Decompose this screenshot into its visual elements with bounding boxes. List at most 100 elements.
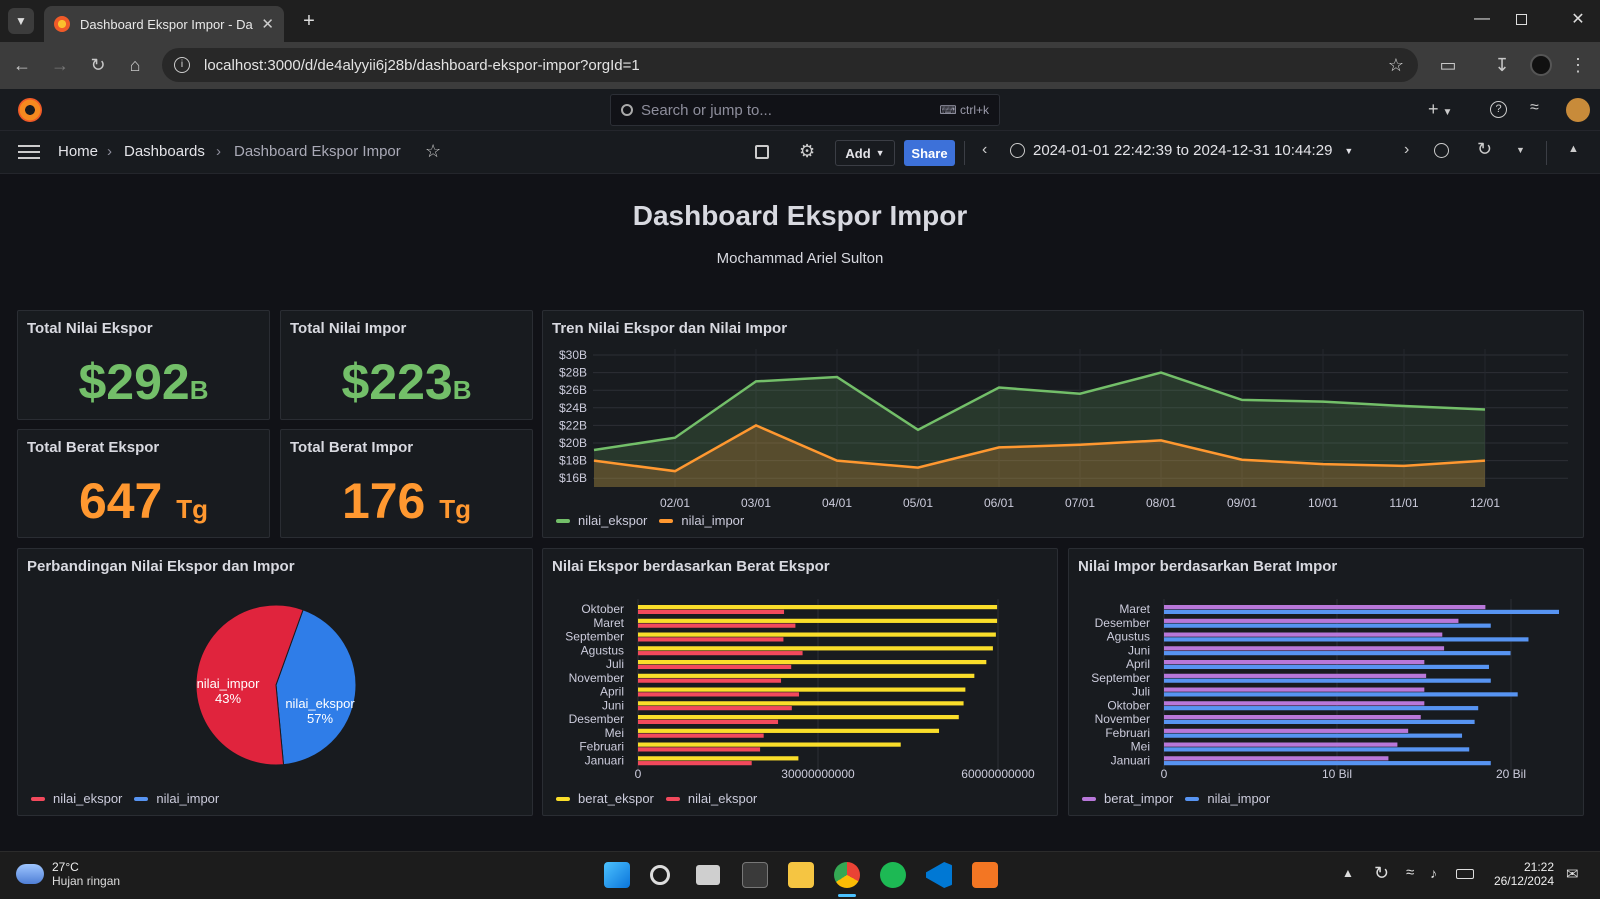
pie-panel[interactable]: Perbandingan Nilai Ekspor dan Impor nila… [17,548,533,816]
tab-search-button[interactable]: ▼ [8,8,34,34]
legend-item-nilai-ekspor[interactable]: nilai_ekspor [556,513,647,528]
volume-icon[interactable]: ♪ [1430,865,1437,881]
back-button[interactable]: ← [10,53,34,77]
legend-item-nilai-impor[interactable]: nilai_impor [659,513,744,528]
search-input[interactable]: Search or jump to... ⌨ ctrl+k [610,94,1000,126]
profile-avatar[interactable] [1530,54,1552,76]
time-forward-icon[interactable]: › [1404,141,1409,159]
bar-ekspor-panel[interactable]: Nilai Ekspor berdasarkan Berat Ekspor 03… [542,548,1058,816]
battery-icon[interactable] [1456,869,1474,879]
bar-berat_ekspor [638,687,966,692]
trend-panel[interactable]: Tren Nilai Ekspor dan Nilai Impor $16B $1… [542,310,1584,538]
time-range-picker[interactable]: 2024-01-01 22:42:39 to 2024-12-31 10:44:… [1010,142,1353,159]
category-label: Maret [1119,602,1150,616]
terminal-icon[interactable] [742,862,768,888]
category-label: Mei [1131,740,1150,754]
bar-berat_ekspor [638,646,993,651]
menu-toggle-icon[interactable] [18,145,40,159]
legend-swatch [665,796,680,801]
close-tab-icon[interactable]: ✕ [261,15,274,33]
trend-legend: nilai_ekspor nilai_impor [556,513,756,528]
site-info-icon[interactable]: i [174,57,190,73]
reload-button[interactable]: ↻ [86,53,110,77]
stat-panel-total-nilai-ekspor[interactable]: Total Nilai Ekspor $292B [17,310,270,420]
bar-berat_impor [1164,715,1421,720]
breadcrumb-separator-icon: › [107,143,112,160]
stat-panel-total-berat-impor[interactable]: Total Berat Impor 176 Tg [280,429,533,538]
stat-panel-total-berat-ekspor[interactable]: Total Berat Ekspor 647 Tg [17,429,270,538]
legend-item-nilai-ekspor[interactable]: nilai_ekspor [31,791,122,806]
browser-tab-active[interactable]: Dashboard Ekspor Impor - Dasl ✕ [44,6,284,42]
browser-menu-icon[interactable]: ⋮ [1566,53,1590,77]
divider [1546,141,1547,165]
settings-gear-icon[interactable]: ⚙ [799,141,815,162]
legend-item-berat-impor[interactable]: berat_impor [1082,791,1173,806]
file-explorer-icon[interactable] [788,862,814,888]
tab-title: Dashboard Ekspor Impor - Dasl [80,16,254,32]
search-icon [621,104,633,116]
time-back-icon[interactable]: ‹ [982,141,987,159]
bar-nilai_ekspor [638,623,796,628]
forward-button[interactable]: → [48,53,72,77]
zoom-out-icon[interactable] [1434,143,1449,158]
breadcrumb-home[interactable]: Home [58,143,98,160]
legend-item-berat-ekspor[interactable]: berat_ekspor [556,791,654,806]
breadcrumb-dashboards[interactable]: Dashboards [124,143,205,160]
minimize-window-button[interactable]: — [1470,8,1494,32]
legend-item-nilai-impor[interactable]: nilai_impor [134,791,219,806]
windows-start-icon[interactable] [604,862,630,888]
star-dashboard-icon[interactable]: ☆ [425,141,441,162]
weather-widget[interactable]: 27°C Hujan ringan [16,860,120,888]
extensions-icon[interactable]: ▭ [1436,53,1460,77]
bar-impor-legend: berat_impor nilai_impor [1082,791,1282,806]
x-tick-label: 03/01 [741,496,771,510]
bar-berat_ekspor [638,632,996,637]
refresh-interval-chevron-icon[interactable]: ▼ [1516,145,1525,155]
clock-date: 26/12/2024 [1493,874,1554,888]
notification-bell-icon[interactable]: ✉ [1566,865,1579,883]
task-view-icon[interactable] [696,865,720,885]
new-menu-button[interactable]: + ▼ [1428,99,1452,120]
clock-widget[interactable]: 21:22 26/12/2024 [1488,860,1554,888]
close-window-button[interactable]: ✕ [1566,8,1590,32]
share-button[interactable]: Share [904,140,955,166]
restore-window-button[interactable] [1516,14,1527,25]
spotify-icon[interactable] [880,862,906,888]
bar-nilai_impor [1164,733,1463,738]
user-avatar[interactable] [1566,98,1590,122]
download-icon[interactable]: ↧ [1490,53,1514,77]
save-dashboard-icon[interactable] [755,145,769,159]
vscode-icon[interactable] [926,862,952,888]
y-tick-label: $20B [559,436,587,450]
stat-panel-total-nilai-impor[interactable]: Total Nilai Impor $223B [280,310,533,420]
breadcrumb-current: Dashboard Ekspor Impor [234,143,401,160]
new-tab-button[interactable]: + [296,8,322,34]
search-icon[interactable] [650,865,670,885]
bar-impor-panel[interactable]: Nilai Impor berdasarkan Berat Impor 0 10 … [1068,548,1584,816]
sync-icon[interactable]: ↻ [1374,863,1389,884]
collapse-header-icon[interactable]: ▲ [1568,143,1579,155]
divider [964,141,965,165]
add-button[interactable]: Add ▼ [835,140,895,166]
xampp-icon[interactable] [972,862,998,888]
clock-time: 21:22 [1523,860,1554,874]
category-label: Mei [605,726,624,740]
legend-label: nilai_impor [1207,791,1271,806]
help-icon[interactable]: ? [1490,101,1507,118]
legend-item-nilai-ekspor[interactable]: nilai_ekspor [665,791,757,806]
tray-chevron-icon[interactable]: ▲ [1342,866,1354,880]
bookmark-star-icon[interactable]: ☆ [1388,55,1404,76]
refresh-icon[interactable]: ↻ [1477,139,1492,160]
stat-unit: Tg [176,494,209,524]
wifi-icon[interactable]: ≈ [1406,864,1414,881]
bar-nilai_impor [1164,678,1491,683]
news-feed-icon[interactable]: ≈ [1530,99,1539,117]
panel-title: Total Nilai Ekspor [27,320,153,337]
legend-item-nilai-impor[interactable]: nilai_impor [1185,791,1270,806]
home-button[interactable]: ⌂ [123,53,147,77]
bar-berat_ekspor [638,701,964,706]
grafana-logo-icon[interactable] [18,98,42,122]
y-tick-label: $30B [559,348,587,362]
chrome-icon[interactable] [834,862,860,888]
address-bar[interactable]: i localhost:3000/d/de4alyyii6j28b/dashbo… [162,48,1418,82]
